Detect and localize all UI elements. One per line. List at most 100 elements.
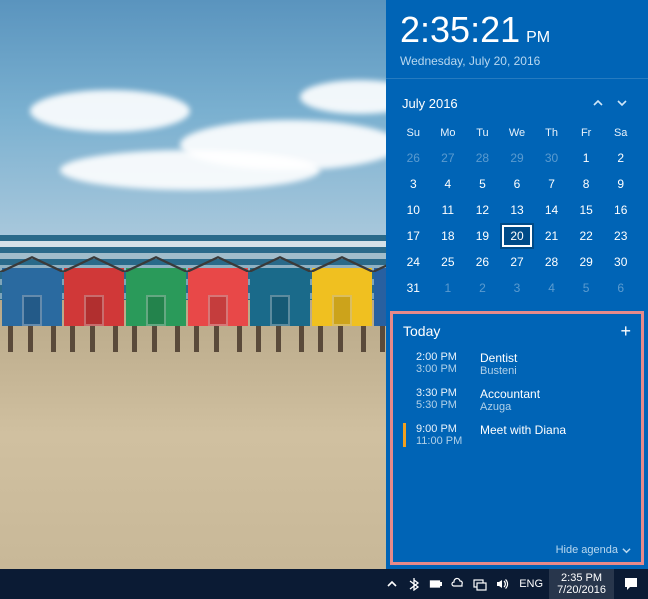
event-accent-bar <box>403 423 406 447</box>
calendar-dow: Fr <box>569 123 604 145</box>
event-title: Meet with Diana <box>480 423 566 437</box>
calendar-next-button[interactable] <box>610 91 634 115</box>
event-accent-bar <box>403 351 406 377</box>
agenda-event[interactable]: 2:00 PM 3:00 PM Dentist Busteni <box>403 346 631 382</box>
beach-hut <box>126 256 186 326</box>
calendar-day[interactable]: 27 <box>431 145 466 171</box>
calendar-dow-row: SuMoTuWeThFrSa <box>396 123 638 145</box>
event-end: 5:30 PM <box>416 399 470 411</box>
beach-hut <box>312 256 372 326</box>
calendar-day[interactable]: 21 <box>534 223 569 249</box>
event-end: 11:00 PM <box>416 435 470 447</box>
hide-agenda-label: Hide agenda <box>556 544 618 556</box>
calendar-day[interactable]: 11 <box>431 197 466 223</box>
agenda-event[interactable]: 9:00 PM 11:00 PM Meet with Diana <box>403 418 631 452</box>
battery-icon[interactable] <box>425 569 447 599</box>
beach-hut <box>250 256 310 326</box>
calendar-day[interactable]: 10 <box>396 197 431 223</box>
system-tray: ENG 2:35 PM 7/20/2016 <box>381 569 648 599</box>
calendar-day[interactable]: 7 <box>534 171 569 197</box>
calendar-day[interactable]: 8 <box>569 171 604 197</box>
calendar-prev-button[interactable] <box>586 91 610 115</box>
calendar-day[interactable]: 24 <box>396 249 431 275</box>
beach-hut <box>2 256 62 326</box>
calendar-day[interactable]: 29 <box>569 249 604 275</box>
agenda-event[interactable]: 3:30 PM 5:30 PM Accountant Azuga <box>403 382 631 418</box>
event-times: 9:00 PM 11:00 PM <box>416 423 470 447</box>
event-info: Meet with Diana <box>480 423 566 447</box>
calendar-day[interactable]: 28 <box>465 145 500 171</box>
calendar-dow: Tu <box>465 123 500 145</box>
calendar-day[interactable]: 3 <box>500 275 535 301</box>
calendar-month-title[interactable]: July 2016 <box>402 96 586 111</box>
calendar-day[interactable]: 1 <box>431 275 466 301</box>
event-times: 2:00 PM 3:00 PM <box>416 351 470 377</box>
agenda-header: Today <box>403 323 620 339</box>
clock-time-value: 2:35:21 <box>400 9 520 50</box>
calendar-day[interactable]: 4 <box>534 275 569 301</box>
network-icon[interactable] <box>469 569 491 599</box>
event-info: Accountant Azuga <box>480 387 540 413</box>
event-end: 3:00 PM <box>416 363 470 375</box>
calendar-day[interactable]: 2 <box>465 275 500 301</box>
calendar-day[interactable]: 4 <box>431 171 466 197</box>
hide-agenda-button[interactable]: Hide agenda <box>403 536 631 556</box>
calendar-day[interactable]: 25 <box>431 249 466 275</box>
clock-time: 2:35:21 PM <box>400 12 634 48</box>
calendar-day[interactable]: 14 <box>534 197 569 223</box>
calendar-day[interactable]: 1 <box>569 145 604 171</box>
calendar-block: July 2016 SuMoTuWeThFrSa 262728293012345… <box>386 79 648 307</box>
clock-date[interactable]: Wednesday, July 20, 2016 <box>400 54 634 68</box>
calendar-day[interactable]: 13 <box>500 197 535 223</box>
event-times: 3:30 PM 5:30 PM <box>416 387 470 413</box>
calendar-day[interactable]: 19 <box>465 223 500 249</box>
event-title: Dentist <box>480 351 517 365</box>
calendar-day[interactable]: 2 <box>603 145 638 171</box>
event-start: 9:00 PM <box>416 423 470 435</box>
calendar-day[interactable]: 5 <box>569 275 604 301</box>
onedrive-icon[interactable] <box>447 569 469 599</box>
calendar-day[interactable]: 31 <box>396 275 431 301</box>
event-start: 2:00 PM <box>416 351 470 363</box>
calendar-day[interactable]: 30 <box>534 145 569 171</box>
beach-hut <box>64 256 124 326</box>
calendar-day[interactable]: 26 <box>396 145 431 171</box>
calendar-day[interactable]: 15 <box>569 197 604 223</box>
calendar-day[interactable]: 28 <box>534 249 569 275</box>
calendar-days-grid: 2627282930123456789101112131415161718192… <box>396 145 638 301</box>
taskbar-date: 7/20/2016 <box>557 584 606 596</box>
tray-overflow-icon[interactable] <box>381 569 403 599</box>
taskbar-clock[interactable]: 2:35 PM 7/20/2016 <box>549 569 614 599</box>
calendar-day[interactable]: 26 <box>465 249 500 275</box>
event-location: Busteni <box>480 365 517 377</box>
clock-ampm: PM <box>526 29 550 46</box>
calendar-day[interactable]: 18 <box>431 223 466 249</box>
calendar-dow: Th <box>534 123 569 145</box>
language-indicator[interactable]: ENG <box>513 578 549 590</box>
event-location: Azuga <box>480 401 540 413</box>
calendar-day[interactable]: 17 <box>396 223 431 249</box>
calendar-day[interactable]: 16 <box>603 197 638 223</box>
volume-icon[interactable] <box>491 569 513 599</box>
calendar-day-today[interactable]: 20 <box>500 223 535 249</box>
calendar-dow: Mo <box>431 123 466 145</box>
calendar-day[interactable]: 22 <box>569 223 604 249</box>
action-center-icon[interactable] <box>614 569 648 599</box>
calendar-day[interactable]: 5 <box>465 171 500 197</box>
calendar-day[interactable]: 23 <box>603 223 638 249</box>
calendar-flyout: 2:35:21 PM Wednesday, July 20, 2016 July … <box>386 0 648 569</box>
calendar-day[interactable]: 27 <box>500 249 535 275</box>
calendar-day[interactable]: 3 <box>396 171 431 197</box>
calendar-day[interactable]: 9 <box>603 171 638 197</box>
add-event-button[interactable]: + <box>620 322 631 340</box>
agenda-events-list: 2:00 PM 3:00 PM Dentist Busteni 3:30 PM … <box>403 346 631 452</box>
bluetooth-icon[interactable] <box>403 569 425 599</box>
calendar-day[interactable]: 29 <box>500 145 535 171</box>
event-title: Accountant <box>480 387 540 401</box>
calendar-dow: Sa <box>603 123 638 145</box>
calendar-day[interactable]: 30 <box>603 249 638 275</box>
calendar-day[interactable]: 6 <box>603 275 638 301</box>
calendar-day[interactable]: 12 <box>465 197 500 223</box>
calendar-day[interactable]: 6 <box>500 171 535 197</box>
beach-hut <box>188 256 248 326</box>
